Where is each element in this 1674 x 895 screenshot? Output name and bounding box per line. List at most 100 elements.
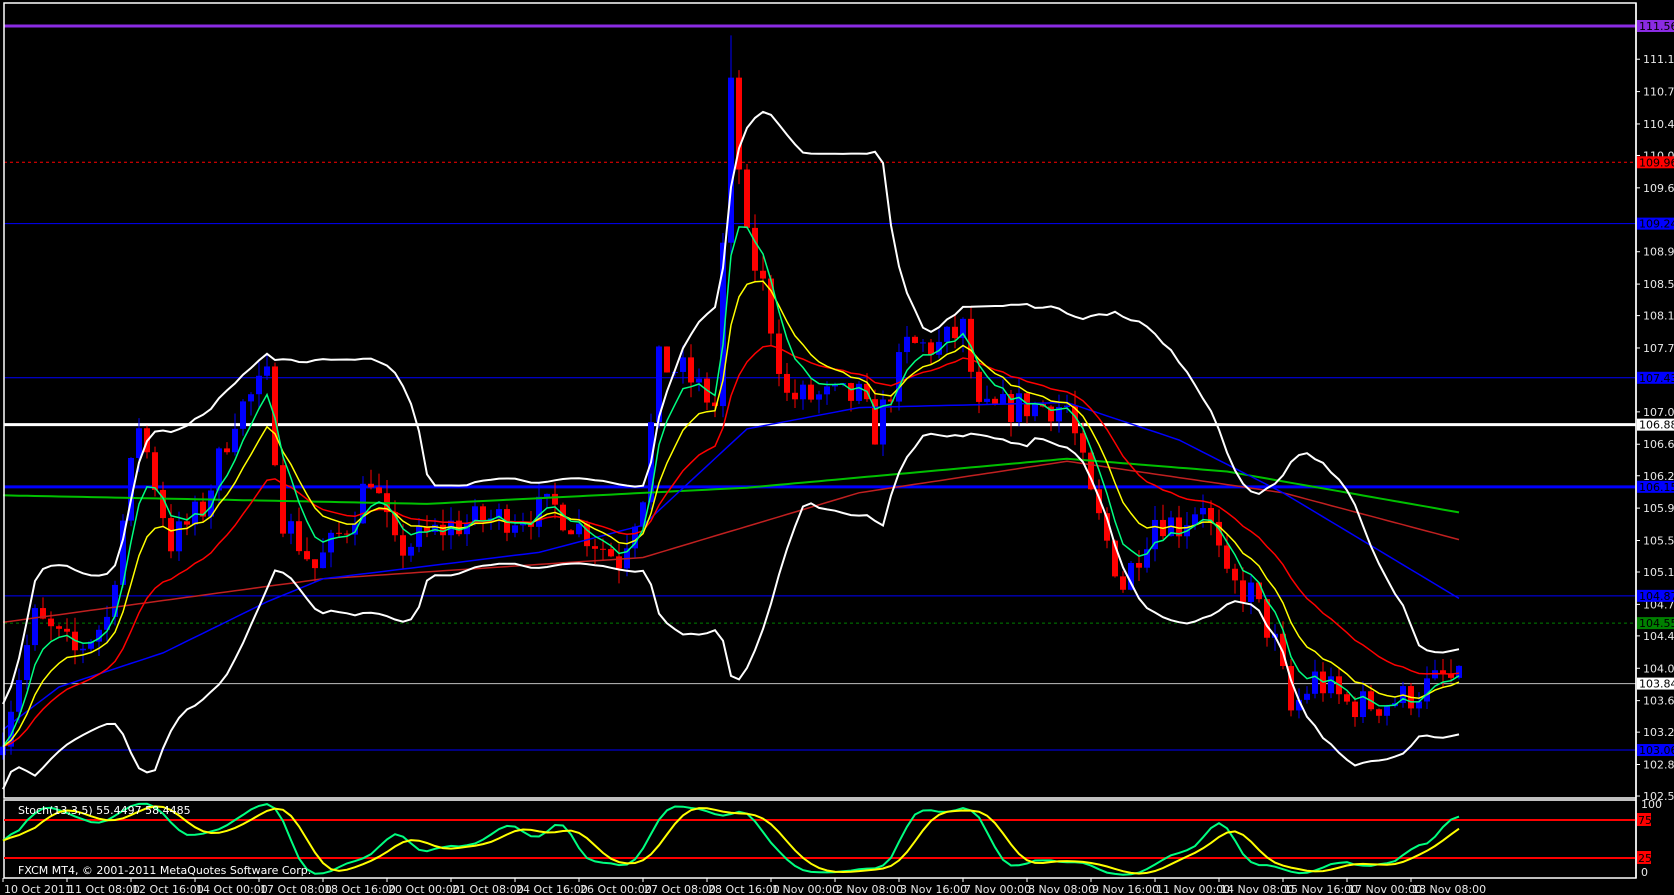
candle-body	[224, 448, 230, 453]
level-price-label: 103.840	[1639, 678, 1674, 691]
candle-body	[80, 648, 86, 651]
candle-body	[368, 483, 374, 488]
candle-body	[1232, 568, 1238, 581]
level-price-label: 104.550	[1639, 617, 1674, 630]
stoch-axis-label: 0	[1641, 866, 1648, 879]
time-label: 1 Nov 00:00	[772, 883, 839, 895]
candle-body	[784, 373, 790, 393]
price-label: 105.900	[1643, 502, 1674, 515]
candle-body	[592, 546, 598, 549]
price-label: 105.150	[1643, 566, 1674, 579]
candle-body	[1080, 433, 1086, 453]
candle-body	[1136, 562, 1142, 568]
candle-body	[32, 608, 38, 646]
candle-body	[808, 384, 814, 400]
candle-body	[792, 392, 798, 400]
candle-body	[904, 336, 910, 353]
level-price-label: 106.880	[1639, 419, 1674, 432]
candle-body	[568, 530, 574, 535]
candle-body	[1384, 706, 1390, 716]
time-label: 7 Nov 00:00	[964, 883, 1031, 895]
time-label: 27 Oct 08:00	[644, 883, 716, 895]
candle-body	[1312, 671, 1318, 694]
candle-body	[264, 366, 270, 376]
candle-body	[24, 645, 30, 681]
candle-body	[288, 521, 294, 534]
candle-body	[176, 521, 182, 552]
candle-body	[1240, 580, 1246, 602]
candle-body	[1032, 403, 1038, 417]
time-label: 26 Oct 00:00	[580, 883, 652, 895]
candle-body	[752, 227, 758, 271]
candle-body	[1256, 582, 1262, 600]
price-label: 104.400	[1643, 630, 1674, 643]
candle-body	[48, 618, 54, 627]
time-label: 14 Oct 00:00	[196, 883, 268, 895]
candle-body	[416, 526, 422, 547]
candle-body	[1424, 678, 1430, 702]
candle-body	[552, 493, 558, 505]
stoch-level-label: 75	[1638, 814, 1652, 827]
time-label: 11 Oct 08:00	[68, 883, 140, 895]
stoch-axis-label: 100	[1641, 798, 1662, 811]
time-label: 12 Oct 16:00	[132, 883, 204, 895]
stoch-level-label: 25	[1638, 852, 1652, 865]
price-chart[interactable]: Stoch(13,3,5) 55.4497 58.4485 FXCM MT4, ©…	[0, 0, 1674, 895]
candle-body	[248, 394, 254, 402]
candle-body	[1224, 545, 1230, 569]
candle-body	[1360, 691, 1366, 718]
candle-body	[824, 386, 830, 395]
candle-body	[56, 626, 62, 629]
candle-body	[0, 746, 6, 756]
time-label: 18 Nov 08:00	[1412, 883, 1486, 895]
price-label: 106.650	[1643, 438, 1674, 451]
level-price-label: 109.240	[1639, 218, 1674, 231]
level-price-label: 107.430	[1639, 372, 1674, 385]
candle-body	[664, 346, 670, 373]
candle-body	[336, 532, 342, 534]
time-label: 21 Oct 08:00	[452, 883, 524, 895]
candle-body	[976, 371, 982, 402]
candle-body	[616, 556, 622, 569]
time-label: 20 Oct 00:00	[388, 883, 460, 895]
candle-body	[168, 518, 174, 552]
candle-body	[848, 383, 854, 401]
candle-body	[984, 398, 990, 402]
candle-body	[64, 628, 70, 632]
candle-body	[696, 378, 702, 383]
time-label: 8 Nov 08:00	[1028, 883, 1095, 895]
copyright-text: FXCM MT4, © 2001-2011 MetaQuotes Softwar…	[18, 864, 311, 877]
level-price-label: 109.960	[1639, 156, 1674, 169]
candle-body	[1376, 709, 1382, 716]
price-label: 107.030	[1643, 406, 1674, 419]
candle-body	[1120, 576, 1126, 590]
level-price-label: 106.150	[1639, 481, 1674, 494]
candle-body	[1344, 694, 1350, 702]
time-label: 3 Nov 16:00	[900, 883, 967, 895]
candle-body	[232, 428, 238, 453]
candle-body	[952, 326, 958, 339]
candle-body	[184, 521, 190, 525]
candle-body	[376, 487, 382, 494]
candle-body	[240, 401, 246, 429]
candle-body	[920, 342, 926, 344]
price-label: 111.170	[1643, 53, 1674, 66]
price-label: 103.270	[1643, 726, 1674, 739]
candle-body	[744, 169, 750, 228]
time-label: 10 Oct 2011	[4, 883, 72, 895]
price-label: 110.410	[1643, 118, 1674, 131]
candle-body	[912, 336, 918, 343]
candle-body	[1000, 394, 1006, 404]
candle-body	[1200, 508, 1206, 515]
candle-body	[112, 584, 118, 617]
candle-body	[312, 559, 318, 569]
candle-body	[760, 270, 766, 279]
candle-body	[776, 333, 782, 374]
candle-body	[856, 383, 862, 401]
time-label: 17 Oct 08:00	[260, 883, 332, 895]
candle-body	[1248, 582, 1254, 602]
price-label: 103.640	[1643, 695, 1674, 708]
candle-body	[328, 532, 334, 553]
price-label: 107.780	[1643, 342, 1674, 355]
candle-body	[296, 521, 302, 552]
